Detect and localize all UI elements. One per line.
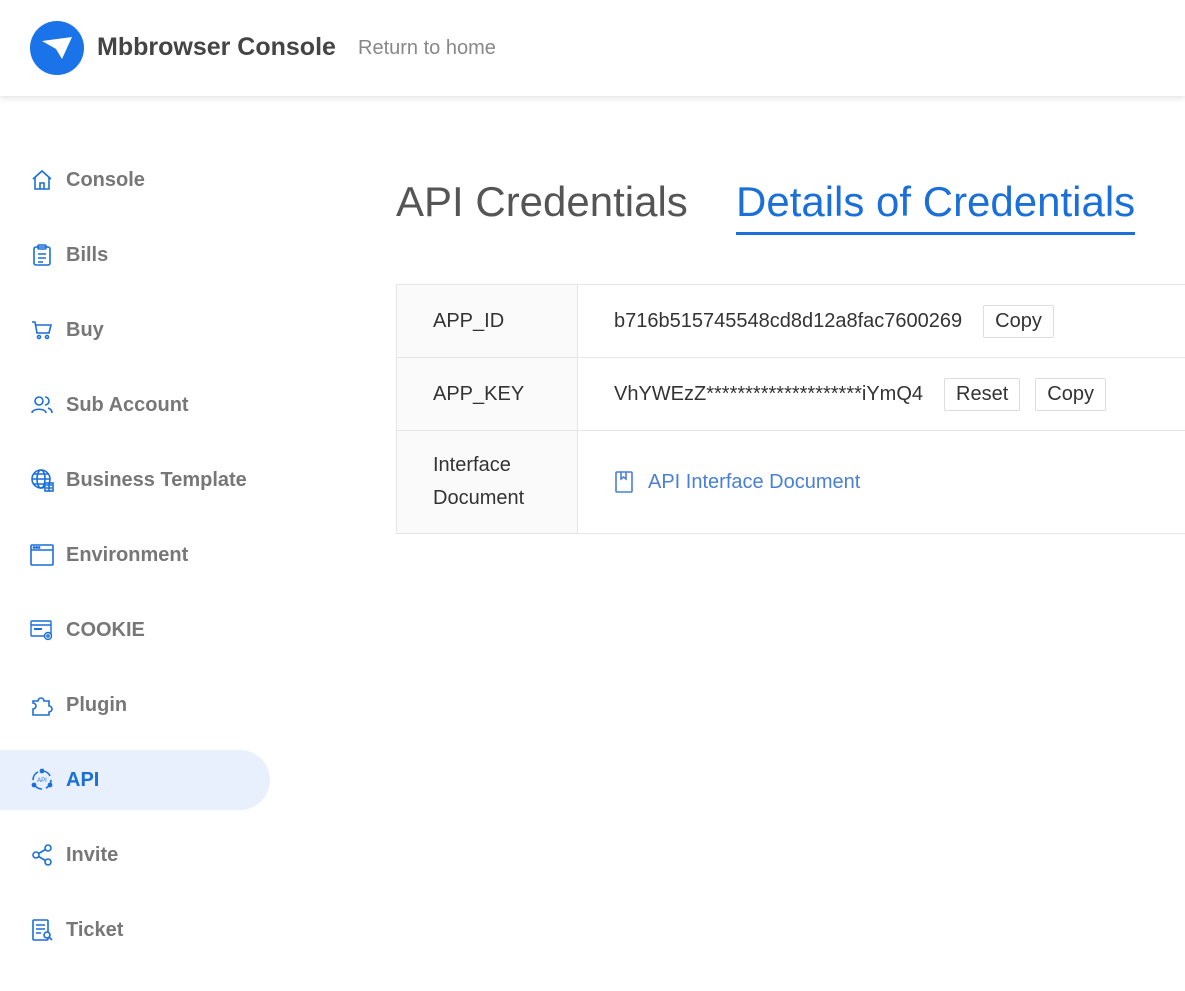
reset-app-key-button[interactable]: Reset xyxy=(944,377,1021,411)
app-key-cell: VhYWEzZ********************iYmQ4 Reset C… xyxy=(578,358,1185,430)
sidebar-item-label: Console xyxy=(66,168,145,191)
return-home-link[interactable]: Return to home xyxy=(358,37,496,60)
sidebar-item-plugin[interactable]: Plugin xyxy=(0,675,270,735)
table-row-app-key: APP_KEY VhYWEzZ********************iYmQ4… xyxy=(396,358,1185,431)
sidebar-item-api[interactable]: API API xyxy=(0,750,270,810)
copy-app-id-button[interactable]: Copy xyxy=(983,304,1054,338)
sidebar: Console Bills Buy Sub Account Business T… xyxy=(0,150,270,975)
api-document-link-label: API Interface Document xyxy=(648,470,861,493)
sidebar-item-label: Business Template xyxy=(66,468,247,491)
logo-icon[interactable] xyxy=(30,21,84,75)
cookie-settings-icon xyxy=(30,618,54,642)
sidebar-item-invite[interactable]: Invite xyxy=(0,825,270,885)
app-id-value: b716b515745548cd8d12a8fac7600269 xyxy=(614,309,963,332)
tab-api-credentials[interactable]: API Credentials xyxy=(396,178,688,226)
clipboard-icon xyxy=(30,243,54,267)
sidebar-item-label: Environment xyxy=(66,543,189,566)
sidebar-item-label: Buy xyxy=(66,318,104,341)
book-icon xyxy=(614,471,634,493)
sidebar-item-label: Invite xyxy=(66,843,119,866)
globe-icon xyxy=(30,468,54,492)
home-icon xyxy=(30,168,54,192)
svg-text:API: API xyxy=(37,778,47,784)
sidebar-item-ticket[interactable]: Ticket xyxy=(0,900,270,960)
sidebar-item-cookie[interactable]: COOKIE xyxy=(0,600,270,660)
app-id-cell: b716b515745548cd8d12a8fac7600269 Copy xyxy=(578,285,1185,357)
sidebar-item-sub-account[interactable]: Sub Account xyxy=(0,375,270,435)
table-row-interface-document: Interface Document API Interface Documen… xyxy=(396,431,1185,534)
sidebar-item-label: Plugin xyxy=(66,693,128,716)
browser-window-icon xyxy=(30,543,54,567)
sidebar-item-buy[interactable]: Buy xyxy=(0,300,270,360)
share-icon xyxy=(30,843,54,867)
sidebar-item-label: Bills xyxy=(66,243,109,266)
app-id-label: APP_ID xyxy=(397,285,578,357)
sidebar-item-label: COOKIE xyxy=(66,618,145,641)
puzzle-icon xyxy=(30,693,54,717)
app-key-value: VhYWEzZ********************iYmQ4 xyxy=(614,382,924,405)
credentials-table: APP_ID b716b515745548cd8d12a8fac7600269 … xyxy=(396,284,1185,534)
table-row-app-id: APP_ID b716b515745548cd8d12a8fac7600269 … xyxy=(396,285,1185,358)
sidebar-item-environment[interactable]: Environment xyxy=(0,525,270,585)
sidebar-item-label: Sub Account xyxy=(66,393,189,416)
sidebar-item-console[interactable]: Console xyxy=(0,150,270,210)
sidebar-item-label: Ticket xyxy=(66,918,124,941)
api-icon: API xyxy=(30,768,54,792)
interface-document-label: Interface Document xyxy=(397,431,578,533)
cart-icon xyxy=(30,318,54,342)
ticket-icon xyxy=(30,918,54,942)
copy-app-key-button[interactable]: Copy xyxy=(1035,377,1106,411)
top-header: Mbbrowser Console Return to home xyxy=(0,0,1185,96)
sidebar-item-business-template[interactable]: Business Template xyxy=(0,450,270,510)
interface-document-cell: API Interface Document xyxy=(578,431,1185,533)
api-document-link[interactable]: API Interface Document xyxy=(614,471,860,494)
sidebar-item-label: API xyxy=(66,768,100,791)
app-title: Mbbrowser Console xyxy=(97,33,336,61)
sidebar-item-bills[interactable]: Bills xyxy=(0,225,270,285)
users-icon xyxy=(30,393,54,417)
app-key-label: APP_KEY xyxy=(397,358,578,430)
tab-details-of-credentials[interactable]: Details of Credentials xyxy=(736,178,1136,235)
